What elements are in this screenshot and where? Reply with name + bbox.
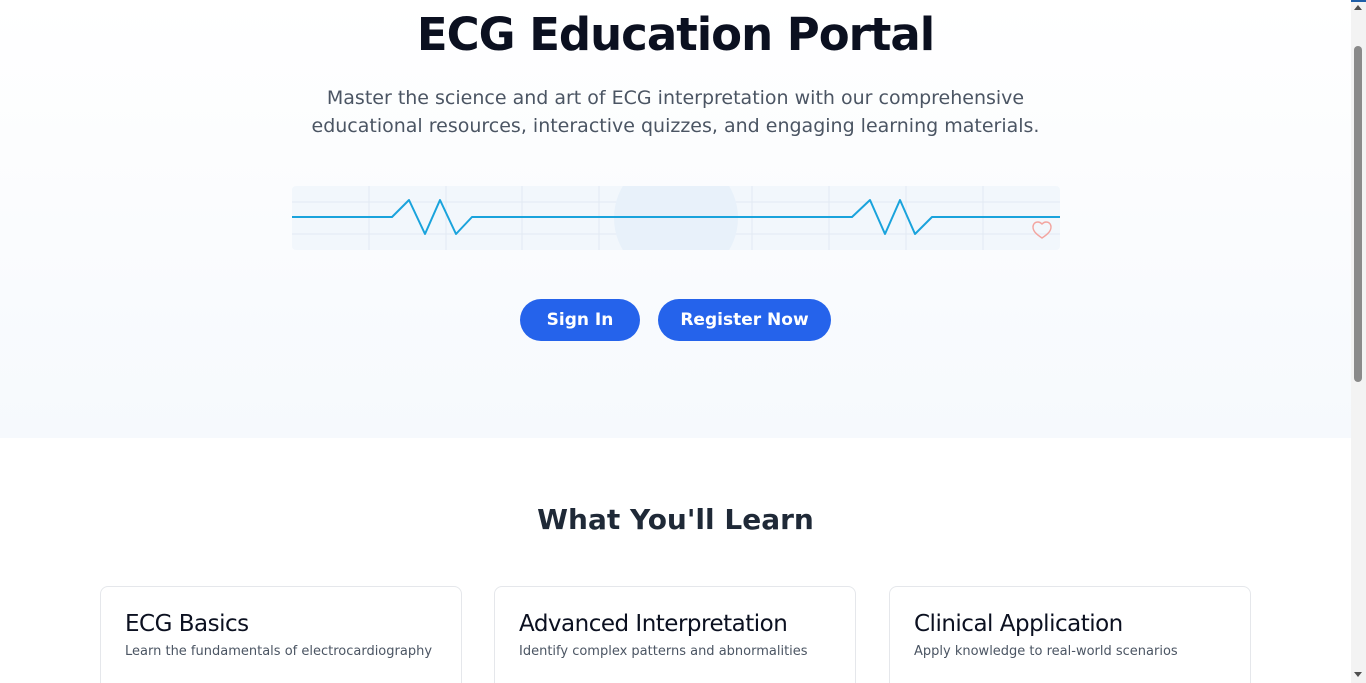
card-title: ECG Basics: [125, 611, 249, 637]
ecg-waveform-graphic: [292, 186, 1060, 250]
card-description: Apply knowledge to real-world scenarios: [914, 644, 1178, 659]
feature-card-advanced-interpretation: Advanced Interpretation Identify complex…: [494, 586, 856, 683]
feature-card-ecg-basics: ECG Basics Learn the fundamentals of ele…: [100, 586, 462, 683]
card-description: Learn the fundamentals of electrocardiog…: [125, 644, 433, 659]
card-description: Identify complex patterns and abnormalit…: [519, 644, 808, 659]
vertical-scrollbar[interactable]: [1351, 2, 1366, 683]
hero-subtitle: Master the science and art of ECG interp…: [311, 87, 1040, 137]
register-button[interactable]: Register Now: [658, 299, 831, 341]
page-title: ECG Education Portal: [416, 8, 935, 61]
learn-section-title: What You'll Learn: [537, 503, 814, 536]
hero-actions: Sign In Register Now: [0, 299, 1351, 341]
card-title: Clinical Application: [914, 611, 1123, 637]
sign-in-button[interactable]: Sign In: [520, 299, 640, 341]
hero-section: ECG Education Portal Master the science …: [0, 0, 1351, 438]
page: ECG Education Portal Master the science …: [0, 0, 1351, 683]
scrollbar-thumb[interactable]: [1354, 46, 1362, 382]
scroll-up-arrow-icon[interactable]: [1354, 5, 1362, 10]
card-title: Advanced Interpretation: [519, 611, 788, 637]
feature-card-clinical-application: Clinical Application Apply knowledge to …: [889, 586, 1251, 683]
scroll-down-arrow-icon[interactable]: [1354, 672, 1362, 677]
